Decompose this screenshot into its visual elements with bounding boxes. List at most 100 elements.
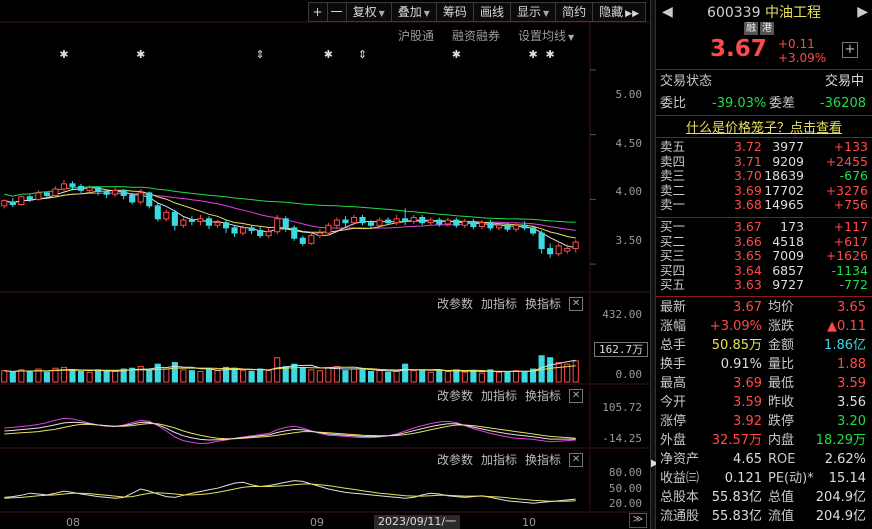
- add-watchlist-button[interactable]: +: [842, 42, 858, 58]
- overlay-label: 叠加: [397, 5, 422, 19]
- wb-value: -39.03%: [712, 96, 767, 111]
- volume-bar: [282, 366, 289, 383]
- stat-label: 收益㈢: [660, 471, 700, 486]
- bid-level-row[interactable]: 买五 3.63 9727 -772: [656, 277, 872, 293]
- ask-level-change: +2455: [825, 153, 868, 169]
- ask-level-volume: 14965: [764, 197, 804, 212]
- kline-chart-area[interactable]: ✱ ✱ ⇕ ✱ ⇕ ✱ ✱ ✱ + 一 复权 ▼ 叠加 ▼ 筹码 画线 显示 ▼ 简约 隐藏 ▶▶ 沪…: [0, 0, 650, 529]
- kdj-panel-header: 改参数 加指标 换指标 ✕: [437, 451, 584, 468]
- bid-level-row[interactable]: 买四 3.64 6857 -1134: [656, 263, 872, 279]
- candle-body: [564, 248, 571, 252]
- candle-body: [410, 216, 417, 222]
- stat-value: 3.67: [733, 300, 762, 315]
- change-indicator-link[interactable]: 换指标: [525, 387, 561, 404]
- ask-level-row[interactable]: 卖二 3.69 17702 +3276: [656, 182, 872, 199]
- candle-body: [188, 219, 195, 222]
- expand-right-icon: ▶▶: [625, 9, 639, 19]
- volume-bar: [376, 370, 383, 383]
- volume-bar: [495, 371, 503, 383]
- margin-trading-link[interactable]: 融资融券: [452, 27, 500, 44]
- volume-bar: [188, 370, 195, 383]
- ask-level-price: 3.71: [734, 153, 762, 169]
- event-marker[interactable]: ✱: [546, 48, 555, 61]
- divider: [656, 69, 872, 70]
- ask-level-row[interactable]: 卖五 3.72 3977 +133: [656, 139, 872, 155]
- stock-code: 600339: [707, 5, 761, 21]
- volume-cursor-value: 162.7万: [594, 342, 649, 357]
- volume-bar: [504, 370, 511, 383]
- stat-label: 流通股: [660, 509, 700, 524]
- candle-body: [163, 211, 170, 220]
- bid-level-price: 3.65: [734, 248, 762, 263]
- candle-body: [419, 216, 426, 224]
- add-indicator-link[interactable]: 加指标: [481, 295, 517, 312]
- x-axis-label: 08: [66, 516, 80, 529]
- event-marker[interactable]: ✱: [136, 48, 145, 61]
- volume-bar: [342, 370, 349, 383]
- change-param-link[interactable]: 改参数: [437, 387, 473, 404]
- chart-toolbar: + 一 复权 ▼ 叠加 ▼ 筹码 画线 显示 ▼ 简约 隐藏 ▶▶: [307, 2, 646, 22]
- event-marker[interactable]: ⇕: [358, 48, 367, 61]
- volume-bar: [257, 368, 264, 383]
- volume-bar: [547, 357, 554, 383]
- display-button[interactable]: 显示 ▼: [509, 2, 557, 22]
- event-marker[interactable]: ✱: [528, 48, 537, 61]
- change-indicator-link[interactable]: 换指标: [525, 451, 561, 468]
- bid-level-name: 买五: [660, 277, 686, 292]
- draw-line-button[interactable]: 画线: [472, 2, 511, 22]
- ask-level-change: +3276: [825, 182, 868, 198]
- change-param-link[interactable]: 改参数: [437, 451, 473, 468]
- bid-level-volume: 9727: [772, 277, 804, 292]
- caret-down-icon: ▼: [542, 9, 550, 18]
- close-icon[interactable]: ✕: [569, 296, 584, 311]
- candle-body: [385, 219, 392, 224]
- ask-level-change: -676: [839, 168, 868, 183]
- caret-down-icon: ▼: [423, 9, 430, 18]
- stat-label: 涨跌: [768, 319, 795, 334]
- chips-button[interactable]: 筹码: [435, 2, 474, 22]
- kline-chart-canvas[interactable]: ✱ ✱ ⇕ ✱ ⇕ ✱ ✱ ✱: [0, 0, 650, 529]
- stat-label: 内盘: [768, 433, 795, 448]
- stat-value: 3.92: [733, 414, 762, 429]
- add-indicator-link[interactable]: 加指标: [481, 387, 517, 404]
- macd-dea-line: [4, 422, 576, 440]
- price-cage-banner-link[interactable]: 什么是价格笼子？点击查看: [656, 117, 872, 136]
- event-marker[interactable]: ⇕: [256, 48, 265, 61]
- ma-settings-link[interactable]: 设置均线 ▼: [518, 27, 574, 44]
- bid-level-row[interactable]: 买三 3.65 7009 +1626: [656, 248, 872, 264]
- trade-status-row: 交易状态 交易中: [656, 73, 872, 91]
- ask-level-row[interactable]: 卖四 3.71 9209 +2455: [656, 153, 872, 170]
- overlay-button[interactable]: 叠加 ▼: [390, 2, 437, 22]
- hide-label: 隐藏: [599, 5, 624, 19]
- stat-value: 3.59: [733, 395, 762, 410]
- ask-level-row[interactable]: 卖一 3.68 14965 +756: [656, 197, 872, 213]
- zoom-out-button[interactable]: 一: [326, 2, 347, 22]
- zoom-in-button[interactable]: +: [307, 2, 328, 22]
- fuquan-button[interactable]: 复权 ▼: [345, 2, 392, 22]
- volume-bar: [1, 370, 8, 383]
- close-icon[interactable]: ✕: [569, 452, 584, 467]
- event-marker[interactable]: ✱: [324, 48, 333, 61]
- bid-level-row[interactable]: 买二 3.66 4518 +617: [656, 234, 872, 250]
- price-axis-label: 3.50: [615, 234, 643, 247]
- volume-bar: [512, 370, 520, 383]
- candle-body: [376, 219, 383, 226]
- forward-arrow-icon[interactable]: ▶: [857, 4, 868, 20]
- add-indicator-link[interactable]: 加指标: [481, 451, 517, 468]
- collapse-arrow-icon[interactable]: ▶: [651, 458, 659, 478]
- price-axis-label: 4.00: [615, 185, 643, 198]
- ask-level-row[interactable]: 卖三 3.70 18639 -676: [656, 168, 872, 184]
- volume-bar: [325, 366, 332, 383]
- simple-mode-button[interactable]: 简约: [555, 2, 594, 22]
- change-param-link[interactable]: 改参数: [437, 295, 473, 312]
- bid-level-row[interactable]: 买一 3.67 173 +117: [656, 219, 872, 235]
- event-marker[interactable]: ✱: [452, 48, 461, 61]
- change-indicator-link[interactable]: 换指标: [525, 295, 561, 312]
- hgt-link[interactable]: 沪股通: [398, 27, 434, 44]
- close-icon[interactable]: ✕: [569, 388, 584, 403]
- hide-button[interactable]: 隐藏 ▶▶: [592, 2, 646, 22]
- candle-body: [572, 241, 579, 250]
- candle-body: [478, 222, 485, 228]
- event-marker[interactable]: ✱: [59, 48, 68, 61]
- scroll-right-button[interactable]: ≫: [629, 513, 647, 528]
